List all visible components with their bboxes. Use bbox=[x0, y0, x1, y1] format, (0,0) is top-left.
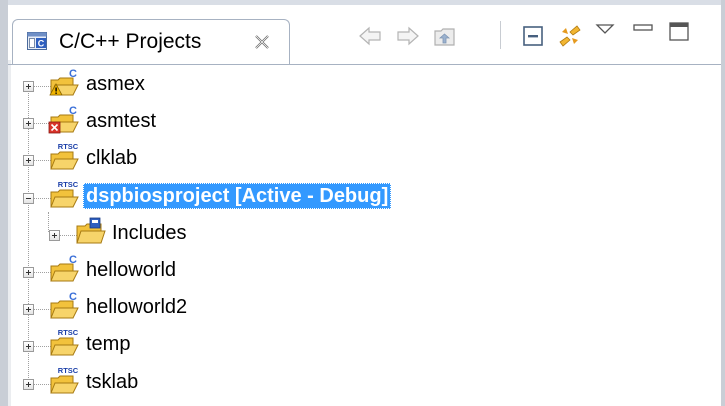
tree-item[interactable]: Chelloworld2 bbox=[11, 287, 711, 323]
minimize-icon bbox=[633, 24, 653, 31]
up-button[interactable] bbox=[432, 23, 458, 49]
view-frame-left bbox=[0, 0, 8, 406]
tab-title: C/C++ Projects bbox=[59, 30, 202, 53]
svg-text:C: C bbox=[69, 254, 77, 266]
c-project-folder-icon: C bbox=[50, 291, 79, 319]
expand-toggle-icon[interactable] bbox=[23, 118, 34, 130]
tree-item-label[interactable]: temp bbox=[83, 331, 133, 357]
back-button[interactable] bbox=[357, 23, 383, 49]
tree-item-label[interactable]: asmtest bbox=[83, 108, 159, 134]
expand-toggle-icon[interactable] bbox=[49, 229, 60, 241]
svg-text:RTSC: RTSC bbox=[58, 180, 79, 189]
c-project-folder-icon: C bbox=[49, 68, 79, 96]
maximize-button[interactable] bbox=[666, 17, 692, 43]
tree-item-label[interactable]: Includes bbox=[109, 220, 190, 246]
tree-item-label[interactable]: asmex bbox=[83, 71, 148, 97]
view-frame-right bbox=[721, 0, 725, 406]
close-tab-icon[interactable] bbox=[253, 33, 271, 51]
triangle-down-icon bbox=[595, 24, 615, 34]
tree-item-label[interactable]: helloworld bbox=[83, 257, 179, 283]
collapse-all-button[interactable] bbox=[520, 23, 546, 49]
expand-toggle-icon[interactable] bbox=[23, 304, 34, 316]
cpp-projects-view: C C/C++ Projects C asmex C asmtest RTSC … bbox=[0, 0, 725, 406]
svg-text:C: C bbox=[38, 39, 45, 49]
collapse-toggle-icon[interactable] bbox=[23, 192, 34, 204]
forward-button[interactable] bbox=[395, 23, 421, 49]
tree-item[interactable]: RTSC temp bbox=[11, 324, 711, 360]
expand-toggle-icon[interactable] bbox=[23, 378, 34, 390]
expand-toggle-icon[interactable] bbox=[23, 155, 34, 167]
view-menu-button[interactable] bbox=[592, 17, 618, 43]
view-tab-bar: C C/C++ Projects bbox=[8, 5, 721, 65]
rtsc-project-folder-icon: RTSC bbox=[50, 179, 79, 208]
tab-cpp-projects[interactable]: C C/C++ Projects bbox=[12, 19, 290, 65]
link-with-editor-icon bbox=[559, 25, 581, 47]
tree-item-label[interactable]: helloworld2 bbox=[83, 294, 190, 320]
c-project-folder-icon: C bbox=[48, 105, 79, 134]
expand-toggle-icon[interactable] bbox=[23, 81, 34, 92]
rtsc-project-folder-icon: RTSC bbox=[50, 142, 79, 170]
svg-text:C: C bbox=[69, 105, 77, 117]
rtsc-project-folder-icon: RTSC bbox=[50, 328, 79, 356]
tree-item[interactable]: Casmtest bbox=[11, 101, 711, 137]
svg-text:RTSC: RTSC bbox=[58, 142, 79, 151]
rtsc-project-folder-icon: RTSC bbox=[50, 365, 79, 394]
cpp-projects-view-icon: C bbox=[27, 32, 47, 50]
go-up-folder-icon bbox=[434, 28, 455, 46]
maximize-icon bbox=[669, 22, 689, 41]
toolbar-separator bbox=[500, 21, 501, 49]
expand-toggle-icon[interactable] bbox=[23, 341, 34, 353]
tree-item[interactable]: RTSC tsklab bbox=[11, 362, 711, 398]
link-with-editor-button[interactable] bbox=[557, 23, 583, 49]
svg-text:RTSC: RTSC bbox=[58, 366, 79, 375]
expand-toggle-icon[interactable] bbox=[23, 267, 34, 278]
svg-text:C: C bbox=[69, 68, 77, 80]
c-project-folder-icon: C bbox=[50, 254, 79, 282]
collapse-all-icon bbox=[523, 26, 543, 46]
tree-item[interactable]: Chelloworld bbox=[11, 250, 711, 286]
minimize-button[interactable] bbox=[630, 17, 656, 43]
arrow-left-icon bbox=[359, 26, 381, 46]
includes-folder-icon bbox=[76, 217, 106, 244]
arrow-right-icon bbox=[397, 26, 419, 46]
tree-child-item[interactable]: Includes bbox=[11, 213, 711, 249]
tree-item-label[interactable]: clklab bbox=[83, 145, 140, 171]
tree-item-label-selected[interactable]: dspbiosproject [Active - Debug] bbox=[83, 182, 392, 209]
svg-text:C: C bbox=[69, 291, 77, 303]
tree-item[interactable]: RTSC clklab bbox=[11, 138, 711, 174]
svg-text:RTSC: RTSC bbox=[58, 328, 79, 337]
tree-item[interactable]: RTSC dspbiosproject [Active - Debug] bbox=[11, 176, 711, 212]
tree-item[interactable]: Casmex bbox=[11, 64, 711, 100]
tree-item-label[interactable]: tsklab bbox=[83, 369, 141, 395]
project-tree: Casmex Casmtest RTSC clklab RTSC dspbiosproje… bbox=[11, 60, 721, 406]
